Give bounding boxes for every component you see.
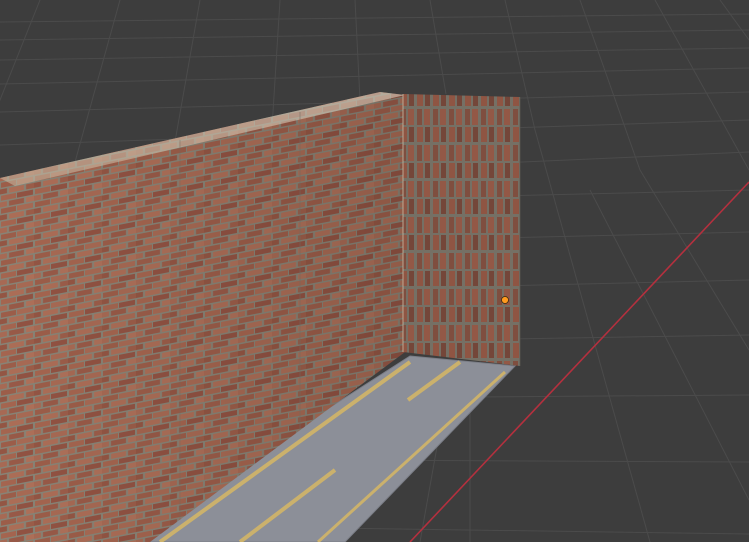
scene-canvas[interactable] bbox=[0, 0, 749, 542]
3d-viewport[interactable] bbox=[0, 0, 749, 542]
object-origin-dot[interactable] bbox=[501, 296, 509, 304]
brick-wall-end[interactable] bbox=[402, 94, 521, 366]
